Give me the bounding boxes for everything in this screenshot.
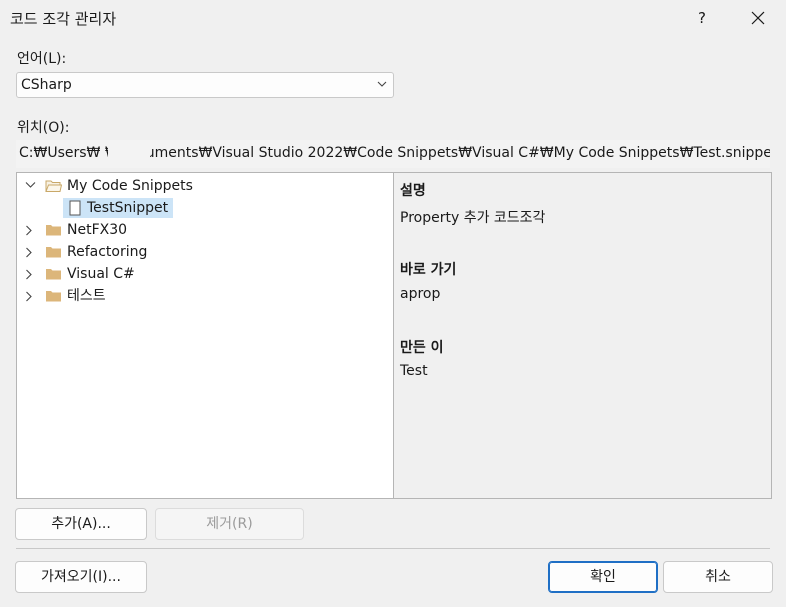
snippet-details-panel: 설명 Property 추가 코드조각 바로 가기 aprop 만든 이 Tes… [394,172,772,499]
remove-button[interactable]: 제거(R) [155,508,304,540]
divider [16,548,770,549]
snippet-tree[interactable]: My Code Snippets TestSnippet NetFX30 Ref… [16,172,394,499]
close-button[interactable] [744,6,772,30]
tree-item-label: Visual C# [67,266,135,282]
import-button[interactable]: 가져오기(I)... [15,561,147,593]
cancel-button[interactable]: 취소 [663,561,773,593]
chevron-right-icon[interactable] [25,225,33,236]
tree-item-label: 테스트 [67,288,106,304]
chevron-down-icon [377,81,387,87]
folder-icon [46,247,61,258]
language-selected-value: CSharp [21,77,72,93]
add-button[interactable]: 추가(A)... [15,508,147,540]
description-value: Property 추가 코드조각 [400,210,546,226]
description-heading: 설명 [400,183,426,199]
language-label: 언어(L): [17,51,67,67]
help-button[interactable]: ? [690,6,714,30]
window-title: 코드 조각 관리자 [10,10,117,28]
tree-item-label: Refactoring [67,244,148,260]
location-label: 위치(O): [17,120,70,136]
shortcut-heading: 바로 가기 [400,262,457,278]
folder-icon [46,291,61,302]
shortcut-value: aprop [400,286,441,302]
language-dropdown[interactable]: CSharp [16,72,394,98]
title-bar: 코드 조각 관리자 ? [0,0,786,36]
close-icon [751,11,765,25]
chevron-right-icon[interactable] [25,291,33,302]
author-value: Test [400,363,428,379]
author-heading: 만든 이 [400,340,444,356]
folder-icon [46,269,61,280]
chevron-right-icon[interactable] [25,269,33,280]
folder-icon [46,225,61,236]
tree-item-label: TestSnippet [87,200,169,216]
location-path-field[interactable]: C:₩Users₩ ₩Documents₩Visual Studio 2022₩… [16,140,770,168]
ok-button[interactable]: 확인 [548,561,658,593]
tree-item-label: NetFX30 [67,222,128,238]
snippet-file-icon [69,200,81,216]
chevron-right-icon[interactable] [25,247,33,258]
redacted-username-mask [108,140,150,168]
tree-item-label: My Code Snippets [67,178,193,194]
chevron-down-icon[interactable] [25,181,36,189]
folder-open-icon [45,180,62,192]
